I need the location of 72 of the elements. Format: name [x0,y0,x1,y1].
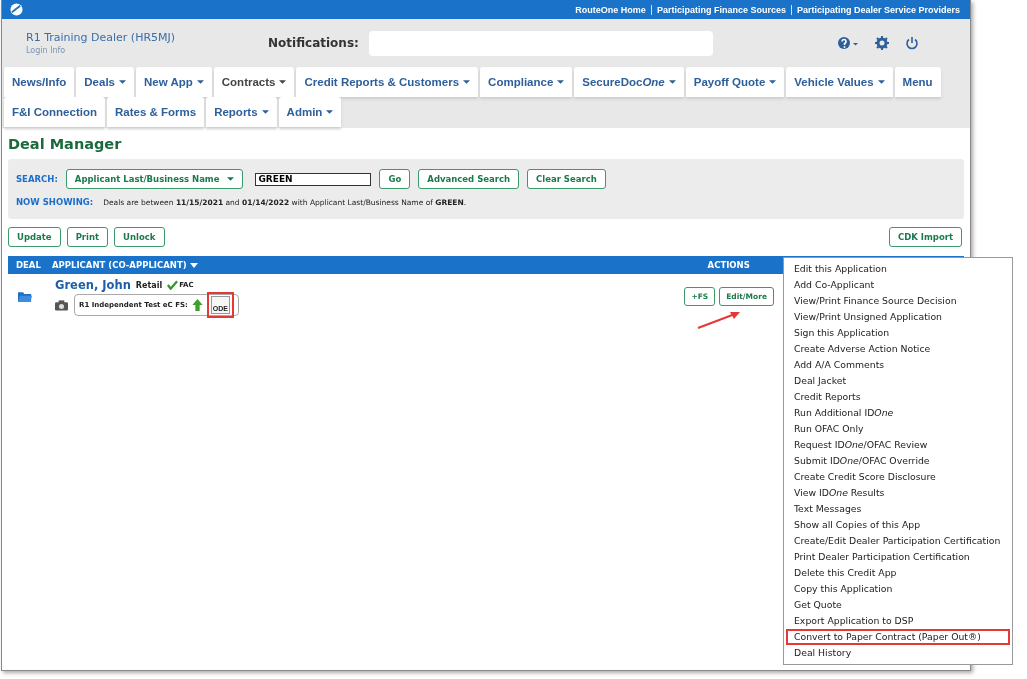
menu-item[interactable]: Credit Reports [786,389,1010,405]
menu-item[interactable]: Copy this Application [786,581,1010,597]
menu-item[interactable]: Print Dealer Participation Certification [786,549,1010,565]
menu-item[interactable]: Request IDOne/OFAC Review [786,437,1010,453]
nav-tab[interactable]: SecureDocOne [574,67,684,97]
top-link[interactable]: RouteOne Home [575,4,646,15]
menu-item[interactable]: Create Credit Score Disclosure [786,469,1010,485]
action-button[interactable]: Update [8,227,61,247]
nav-tab[interactable]: Credit Reports & Customers [296,67,479,97]
logo-icon [10,3,23,16]
search-type-dropdown[interactable]: Applicant Last/Business Name [65,169,244,189]
column-header: DEAL [16,260,42,270]
column-header[interactable]: APPLICANT (CO-APPLICANT) [52,260,187,270]
menu-item[interactable]: Edit this Application [786,261,1010,277]
menu-item[interactable]: Delete this Credit App [786,565,1010,581]
menu-item[interactable]: Deal Jacket [786,373,1010,389]
top-link[interactable]: Participating Finance Sources [656,4,786,15]
action-button[interactable]: Print [66,227,109,247]
nav-tab[interactable]: New App [136,67,212,97]
menu-item[interactable]: View IDOne Results [786,485,1010,501]
folder-icon[interactable] [18,291,32,302]
nav-tab[interactable]: F&I Connection [4,97,105,127]
menu-item[interactable]: View/Print Unsigned Application [786,309,1010,325]
menu-item[interactable]: Get Quote [786,597,1010,613]
menu-item[interactable]: Create Adverse Action Notice [786,341,1010,357]
menu-item[interactable]: Sign this Application [786,325,1010,341]
nav-tab[interactable]: Reports [206,97,277,127]
nav-tab[interactable]: Compliance [480,67,573,97]
menu-item[interactable]: Show all Copies of this App [786,517,1010,533]
menu-item[interactable]: Export Application to DSP [786,613,1010,629]
help-icon[interactable] [836,36,859,50]
up-arrow-icon [191,299,203,311]
annotation-arrow [697,310,741,330]
nav-tab[interactable]: Admin [278,97,342,127]
checkmark-icon [167,280,179,290]
top-link[interactable]: Participating Dealer Service Providers [796,4,960,15]
menu-item[interactable]: Add Co-Applicant [786,277,1010,293]
caret-icon [189,262,198,268]
cdk-import-button[interactable]: CDK Import [888,227,962,247]
action-button[interactable]: Unlock [114,227,165,247]
nav-tab[interactable]: News/Info [4,67,75,97]
nav-tab[interactable]: Payoff Quote [685,67,785,97]
nav-tab[interactable]: Vehicle Values [786,67,893,97]
search-field[interactable]: GREEN [255,172,372,186]
menu-item[interactable]: View/Print Finance Source Decision [786,293,1010,309]
dealer-name: R1 Training Dealer (HR5MJ) [26,31,177,44]
power-icon[interactable] [904,36,919,50]
notifications-label: Notifications: [268,36,359,50]
menu-item[interactable]: Run Additional IDOne [786,405,1010,421]
applicant-name-link[interactable]: Green, John [55,278,131,292]
column-header: ACTIONS [707,260,750,270]
menu-item[interactable]: Run OFAC Only [786,421,1010,437]
search-label: SEARCH: [16,174,58,184]
nav-tab[interactable]: Deals [76,67,134,97]
menu-item[interactable]: Convert to Paper Contract (Paper Out®) [786,629,1010,645]
now-showing-label: NOW SHOWING: [16,197,94,207]
search-button[interactable]: Advanced Search [418,169,520,189]
menu-item[interactable]: Create/Edit Dealer Participation Certification [786,533,1010,549]
nav-tab[interactable]: Rates & Forms [106,97,205,127]
menu-item[interactable]: Submit IDOne/OFAC Override [786,453,1010,469]
deal-type: Retail [135,280,163,290]
page-title: Deal Manager [8,136,123,152]
search-button[interactable]: Clear Search [527,169,606,189]
nav-tab[interactable]: Menu [894,67,941,97]
caret-icon [227,177,235,181]
menu-item[interactable]: Add A/A Comments [786,357,1010,373]
menu-item[interactable]: Deal History [786,645,1010,661]
search-button[interactable]: Go [379,169,411,189]
nav-tab[interactable]: Contracts [213,67,295,97]
menu-item[interactable]: Text Messages [786,501,1010,517]
camera-icon[interactable] [55,299,68,311]
settings-icon[interactable] [874,36,889,50]
